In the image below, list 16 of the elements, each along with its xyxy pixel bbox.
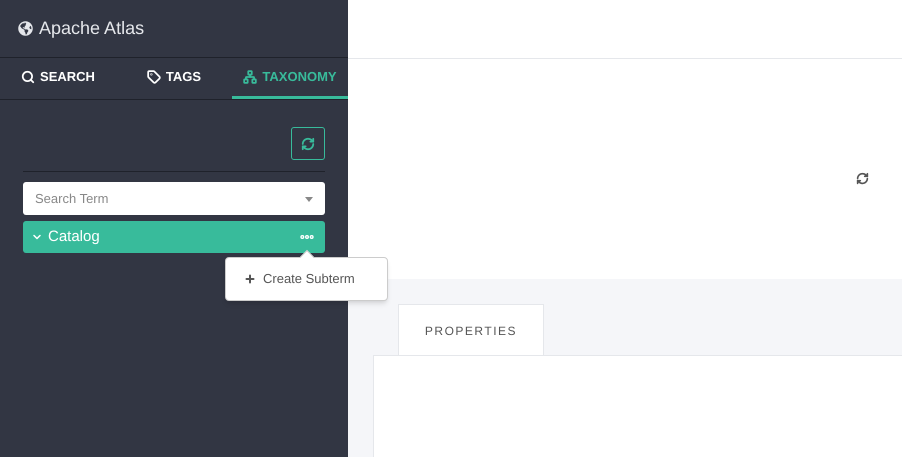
refresh-icon[interactable] [856,172,869,185]
properties-tab[interactable]: PROPERTIES [398,304,544,356]
search-field[interactable]: Search Term [23,182,325,215]
dropdown-caret-icon [305,197,313,202]
nav-tab[interactable]: TAGS [116,58,232,99]
tag-icon [146,70,161,84]
hierarchy-icon [243,70,258,84]
refresh-button[interactable] [291,127,325,160]
app-title: Apache Atlas [39,17,144,40]
menu-item[interactable]: Create Subterm [244,269,355,289]
globe-icon [18,21,33,36]
search-icon [21,70,36,84]
tree-label: Catalog [48,226,101,247]
nav-tab[interactable]: SEARCH [0,58,116,99]
plus-icon [244,273,256,285]
refresh-icon [301,136,315,150]
